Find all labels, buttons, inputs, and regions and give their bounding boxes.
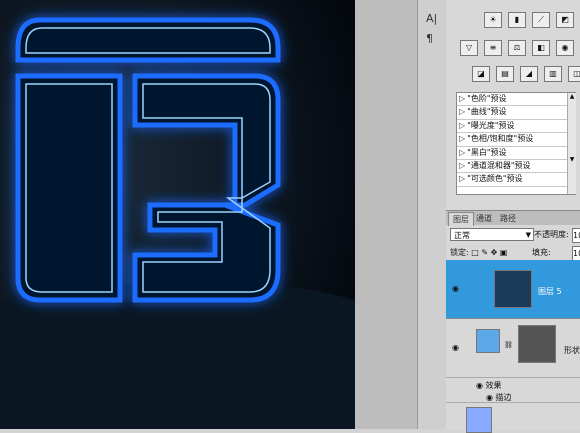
lock-label: 锁定: □ ✎ ✥ ▣ [450, 248, 508, 257]
posterize-icon[interactable]: ▤ [496, 66, 514, 82]
preset-item[interactable]: ▷ "通道混和器"预设 [457, 160, 575, 174]
bw-icon[interactable]: ◧ [532, 40, 550, 56]
lock-icons[interactable]: □ ✎ ✥ ▣ [471, 248, 507, 257]
character-panel-icon[interactable]: A| [426, 12, 437, 25]
tab-paths[interactable]: 路径 [496, 212, 520, 225]
preset-item[interactable]: ▷ "曝光度"预设 [457, 120, 575, 134]
layers-panel-tabs: 图层 通道 路径 [446, 210, 580, 226]
adjustments-row-1: ☀ ▮ ⟋ ◩ [484, 12, 574, 28]
canvas-gutter [355, 0, 417, 429]
layer-name[interactable]: 形状 [564, 345, 580, 356]
layer-thumbnail [466, 407, 492, 433]
effects-label[interactable]: ◉ 效果 [476, 380, 502, 391]
fill-input[interactable]: 10 [572, 246, 580, 261]
tab-channels[interactable]: 通道 [472, 212, 496, 225]
expand-triangle-icon: ▷ [459, 120, 466, 130]
document-canvas[interactable] [0, 0, 355, 429]
preset-item[interactable]: ▷ "可选颜色"预设 [457, 173, 575, 187]
photo-filter-icon[interactable]: ◉ [556, 40, 574, 56]
shape-fill-thumbnail [476, 329, 500, 353]
preset-item[interactable]: ▷ "黑白"预设 [457, 147, 575, 160]
presets-scrollbar[interactable]: ▲ ▼ [567, 93, 576, 194]
adjustment-presets-list[interactable]: ▷ "色阶"预设 ▷ "曲线"预设 ▷ "曝光度"预设 ▷ "色相/饱和度"预设 ▷ "黑… [456, 92, 576, 195]
neon-logo-artwork [0, 0, 355, 429]
vibrance-icon[interactable]: ▽ [460, 40, 478, 56]
eye-icon[interactable]: ◉ [452, 284, 459, 293]
paragraph-panel-icon[interactable]: ¶ [426, 32, 433, 45]
adjustments-row-2: ▽ ≡ ⚖ ◧ ◉ ⊕ [460, 40, 580, 56]
chevron-down-icon: ▼ [525, 231, 531, 239]
preset-item[interactable]: ▷ "色阶"预设 [457, 93, 575, 107]
eye-icon[interactable]: ◉ [452, 343, 459, 352]
expand-triangle-icon: ▷ [459, 134, 466, 144]
threshold-icon[interactable]: ◢ [520, 66, 538, 82]
expand-triangle-icon: ▷ [459, 147, 466, 157]
curves-icon[interactable]: ⟋ [532, 12, 550, 28]
preset-item[interactable]: ▷ "曲线"预设 [457, 106, 575, 120]
right-panel: ☀ ▮ ⟋ ◩ ▽ ≡ ⚖ ◧ ◉ ⊕ ◪ ▤ ◢ ▥ ◫ ▷"色阶"预设 ▷"… [446, 0, 580, 433]
invert-icon[interactable]: ◪ [472, 66, 490, 82]
layer-name[interactable]: 图层 5 [538, 286, 562, 297]
color-balance-icon[interactable]: ⚖ [508, 40, 526, 56]
expand-triangle-icon: ▷ [459, 160, 466, 170]
expand-triangle-icon: ▷ [459, 174, 466, 184]
layer-row[interactable] [446, 402, 580, 433]
brightness-icon[interactable]: ☀ [484, 12, 502, 28]
hue-icon[interactable]: ≡ [484, 40, 502, 56]
opacity-input[interactable]: 10 [572, 228, 580, 243]
blend-mode-select[interactable]: 正常 ▼ [450, 228, 534, 241]
expand-triangle-icon: ▷ [459, 94, 466, 103]
expand-triangle-icon: ▷ [459, 107, 466, 117]
link-icon[interactable]: ⛓ [504, 341, 513, 349]
preset-item[interactable]: ▷ "色相/饱和度"预设 [457, 133, 575, 147]
selective-color-icon[interactable]: ◫ [568, 66, 580, 82]
adjustments-row-3: ◪ ▤ ◢ ▥ ◫ [472, 66, 580, 82]
exposure-icon[interactable]: ◩ [556, 12, 574, 28]
tab-layers[interactable]: 图层 [448, 212, 474, 226]
layer-thumbnail [494, 270, 532, 308]
fill-label: 填充: [532, 248, 551, 257]
collapsed-panel-strip: A| ¶ [417, 0, 447, 429]
layer-row-selected[interactable]: ◉ 图层 5 [446, 260, 580, 319]
opacity-label: 不透明度: [534, 230, 569, 239]
levels-icon[interactable]: ▮ [508, 12, 526, 28]
layer-row[interactable]: ◉ ⛓ 形状 [446, 319, 580, 378]
vector-mask-thumbnail [518, 325, 556, 363]
gradient-map-icon[interactable]: ▥ [544, 66, 562, 82]
